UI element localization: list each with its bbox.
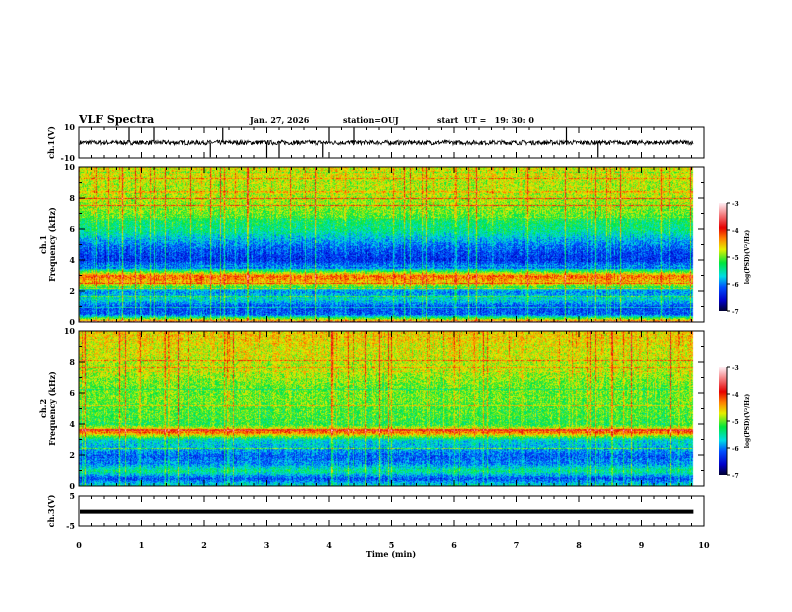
colorbar-tick-label: -3 [732,201,739,208]
colorbar-tick-label: -4 [732,228,739,235]
y-tick-label: 10 [64,162,76,172]
colorbar-tick-label: -3 [732,365,739,372]
vlf-figure: VLF Spectra Jan. 27, 2026 station=OUJ st… [0,0,792,612]
y-tick-label: 4 [69,419,75,429]
x-tick-label: 2 [201,540,207,550]
x-tick-label: 3 [264,540,270,550]
panel-frame [78,166,705,323]
x-tick-label: 5 [389,540,395,550]
start-time-label: start UT = 19: 30: 0 [437,115,534,125]
y-tick-label: 8 [69,193,75,203]
colorbar-label: log(PSD)(V²/Hz) [744,230,751,285]
x-tick-label: 1 [139,540,145,550]
y-axis-label: Frequency (kHz) [47,371,57,446]
ch1-waveform [79,138,694,147]
figure-title: VLF Spectra [78,113,154,126]
y-tick-label: 4 [69,255,75,265]
y-tick-label: 0 [69,481,75,491]
y-tick-label: 2 [69,286,75,296]
colorbar-tick-label: -4 [732,392,739,399]
y-tick-label: 10 [64,326,76,336]
y-tick-label: 10 [64,122,76,132]
colorbar-tick-label: -7 [732,309,739,316]
y-tick-label: -5 [66,521,75,531]
y-tick-label: 5 [69,491,75,501]
x-axis-label: Time (min) [366,549,416,559]
x-tick-label: 4 [326,540,332,550]
x-tick-label: 6 [451,540,457,550]
x-tick-label: 7 [514,540,520,550]
panel-frame [78,330,705,487]
date-label: Jan. 27, 2026 [249,115,310,125]
y-tick-label: 6 [69,388,75,398]
colorbar-label: log(PSD)(V²/Hz) [744,394,751,449]
y-axis-label: ch.1(V) [46,126,56,159]
colorbar-tick-label: -7 [732,473,739,480]
station-label: station=OUJ [343,115,399,125]
colorbar-tick-label: -6 [732,282,739,289]
x-tick-label: 9 [639,540,645,550]
y-tick-label: 2 [69,450,75,460]
x-tick-label: 8 [576,540,582,550]
colorbar-tick-label: -6 [732,446,739,453]
x-tick-label: 10 [698,540,710,550]
x-tick-label: 0 [76,540,82,550]
colorbar-tick-label: -5 [732,419,739,426]
y-tick-label: 8 [69,357,75,367]
y-tick-label: 6 [69,224,75,234]
colorbar-tick-label: -5 [732,255,739,262]
y-axis-label: ch.3(V) [46,494,56,527]
y-axis-label: Frequency (kHz) [47,207,57,282]
